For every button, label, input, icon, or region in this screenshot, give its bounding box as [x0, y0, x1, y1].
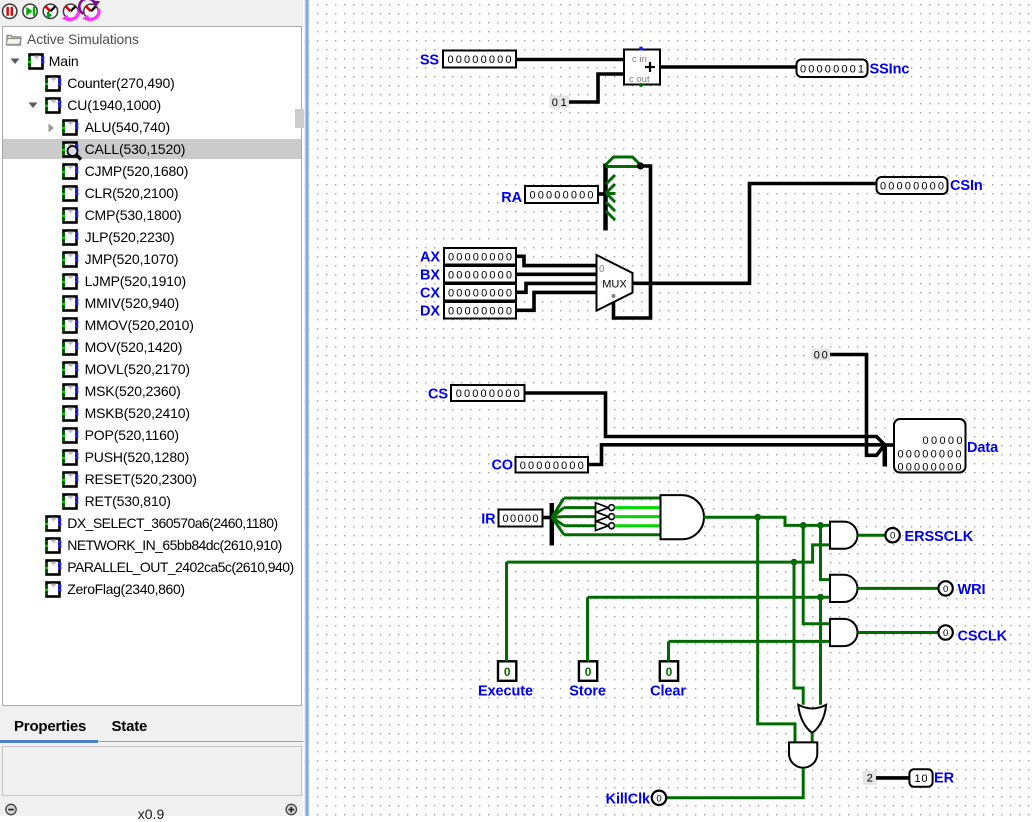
svg-text:AX: AX: [420, 250, 440, 266]
svg-text:Execute: Execute: [478, 684, 533, 700]
svg-text:CSIn: CSIn: [950, 178, 983, 194]
svg-text:IR: IR: [481, 512, 496, 528]
svg-text:ERSSCLK: ERSSCLK: [905, 529, 974, 545]
svg-text:Clear: Clear: [650, 684, 686, 700]
svg-text:c in: c in: [632, 54, 647, 65]
svg-text:CSCLK: CSCLK: [958, 628, 1008, 644]
svg-text:BX: BX: [420, 268, 440, 284]
svg-text:0: 0: [599, 264, 605, 275]
svg-text:2: 2: [867, 773, 873, 785]
svg-text:CO: CO: [491, 458, 513, 474]
svg-text:0: 0: [943, 628, 948, 639]
svg-text:KillClk: KillClk: [606, 792, 651, 808]
svg-text:00: 00: [814, 350, 828, 362]
svg-text:0: 0: [585, 665, 592, 679]
svg-text:0: 0: [666, 665, 673, 679]
svg-text:DX: DX: [420, 304, 440, 320]
svg-text:WRI: WRI: [958, 582, 986, 598]
svg-text:Store: Store: [569, 684, 606, 700]
svg-text:c out: c out: [629, 74, 650, 85]
svg-text:CX: CX: [420, 286, 440, 302]
svg-text:00000: 00000: [923, 435, 963, 447]
svg-text:0: 0: [504, 665, 511, 679]
svg-text:Data: Data: [967, 440, 999, 456]
svg-text:0: 0: [943, 584, 948, 595]
svg-text:ER: ER: [934, 771, 955, 787]
svg-text:RA: RA: [501, 190, 522, 206]
svg-text:00000: 00000: [503, 513, 539, 525]
svg-text:0: 0: [656, 793, 661, 804]
svg-text:SS: SS: [420, 53, 440, 69]
svg-text:MUX: MUX: [602, 279, 627, 291]
svg-text:0: 0: [890, 531, 895, 542]
svg-text:CS: CS: [428, 387, 448, 403]
svg-text:10: 10: [915, 773, 928, 785]
svg-text:SSInc: SSInc: [870, 62, 910, 78]
